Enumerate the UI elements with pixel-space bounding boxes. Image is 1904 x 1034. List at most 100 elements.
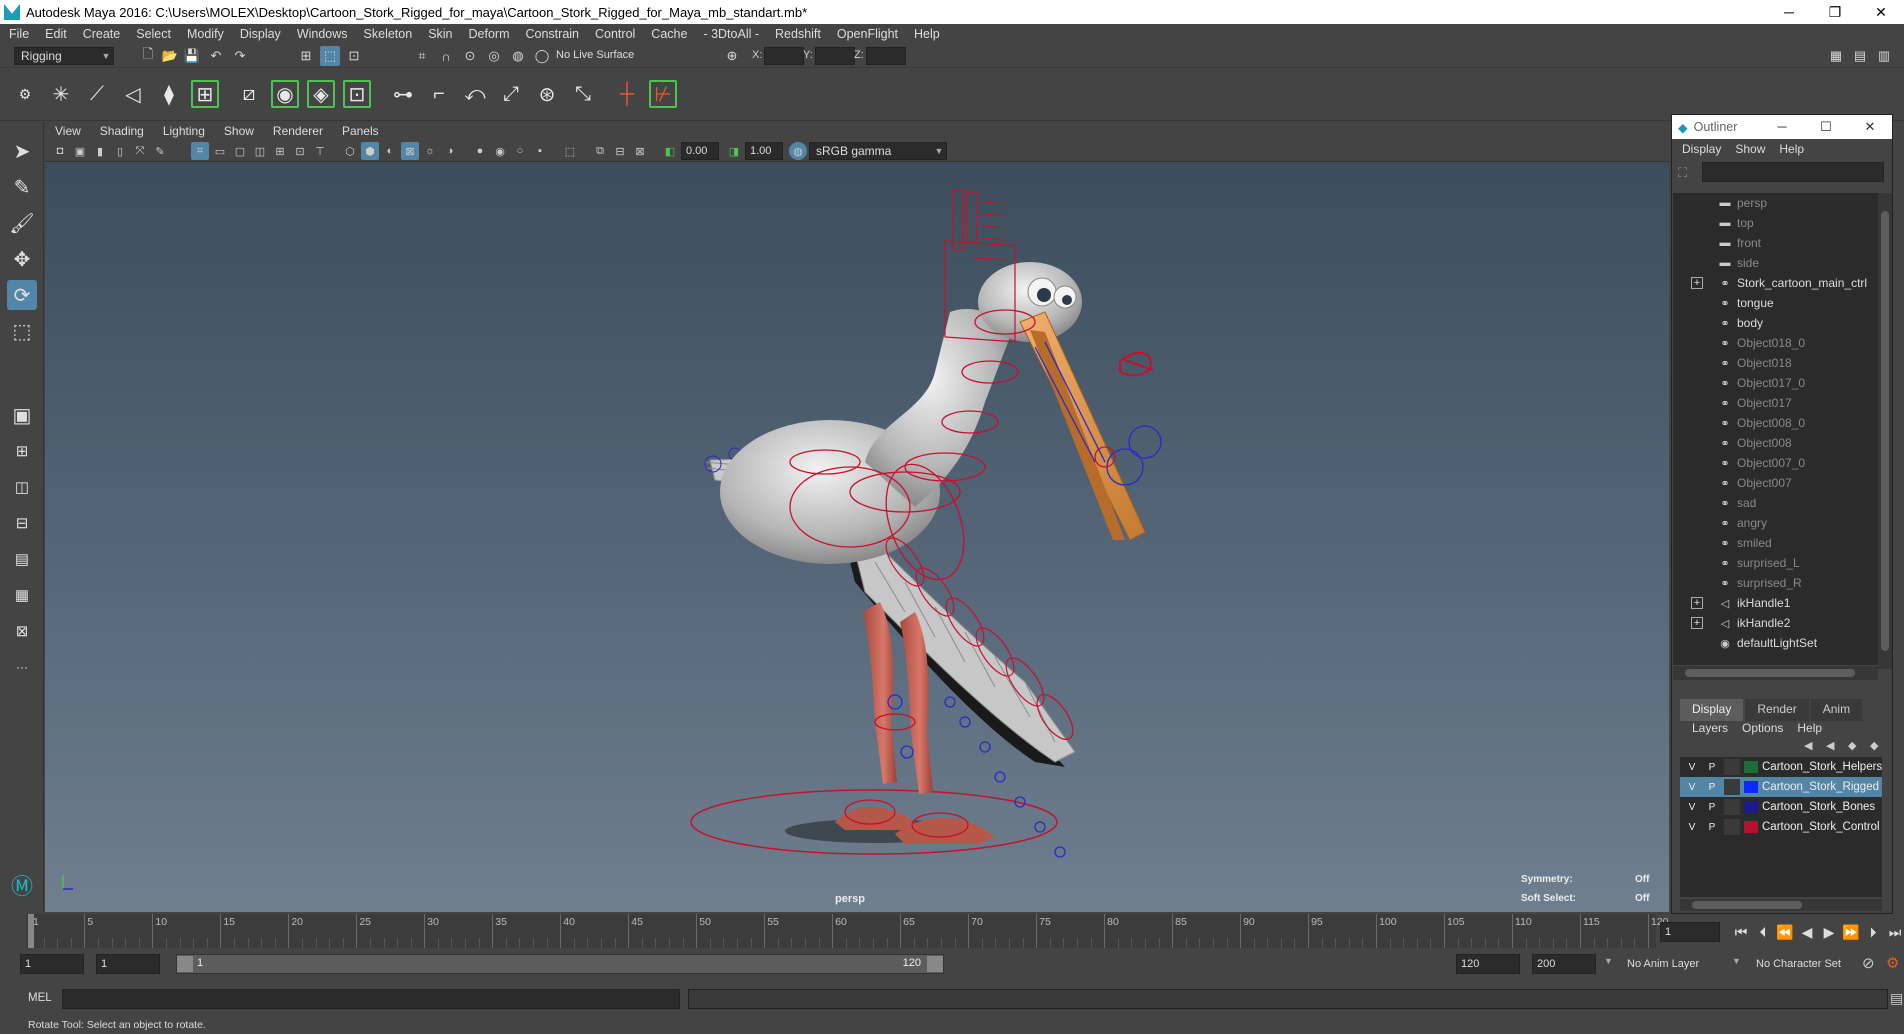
viewport-menu-show[interactable]: Show xyxy=(224,124,254,138)
layer-display-type-toggle[interactable] xyxy=(1724,779,1740,795)
new-scene-icon[interactable]: 🗋 xyxy=(138,46,158,66)
layer-visibility-toggle[interactable]: V xyxy=(1684,799,1700,815)
anim-layer-dropdown[interactable]: No Anim Layer xyxy=(1627,958,1699,970)
joint-tool-icon[interactable]: ✳ xyxy=(46,79,76,109)
playback-end-field[interactable]: 120 xyxy=(1456,954,1520,974)
layer-row[interactable]: V P Cartoon_Stork_Helpers xyxy=(1680,757,1882,777)
outliner-item[interactable]: ⚭ Object018 xyxy=(1673,353,1878,373)
layer-row[interactable]: V P Cartoon_Stork_Bones xyxy=(1680,797,1882,817)
redo-icon[interactable]: ↷ xyxy=(230,46,250,66)
outliner-item[interactable]: ▬ side xyxy=(1673,253,1878,273)
layer-display-type-toggle[interactable] xyxy=(1724,819,1740,835)
outliner-horizontal-scrollbar[interactable] xyxy=(1673,666,1878,680)
single-perspective-layout-icon[interactable]: ▣ xyxy=(7,400,37,430)
depth-of-field-icon[interactable]: ▪ xyxy=(531,142,549,160)
bind-skin-icon[interactable]: ⧄ xyxy=(234,79,264,109)
bookmark-icon[interactable]: ▮ xyxy=(91,142,109,160)
ik-handle-icon[interactable]: ◁ xyxy=(118,79,148,109)
character-set-dropdown[interactable]: No Character Set xyxy=(1756,958,1841,970)
menu-cache[interactable]: Cache xyxy=(651,27,687,41)
outliner-item[interactable]: ◉ defaultLightSet xyxy=(1673,633,1878,653)
range-end-handle[interactable] xyxy=(927,956,943,972)
lasso-tool-icon[interactable]: ✎ xyxy=(7,172,37,202)
menu-openflight[interactable]: OpenFlight xyxy=(837,27,898,41)
outliner-item[interactable]: ⚭ surprised_L xyxy=(1673,553,1878,573)
menu-skeleton[interactable]: Skeleton xyxy=(364,27,413,41)
menu-redshift[interactable]: Redshift xyxy=(775,27,821,41)
perspective-viewport[interactable]: persp Symmetry: Off Soft Select: Off xyxy=(45,162,1669,912)
gamma-icon[interactable]: ◨ xyxy=(725,142,743,160)
outliner-item[interactable]: ⚭ Object008_0 xyxy=(1673,413,1878,433)
outliner-item[interactable]: ⚭ Object018_0 xyxy=(1673,333,1878,353)
grease-pencil-icon[interactable]: ✎ xyxy=(151,142,169,160)
new-layer-icon[interactable]: ◆ xyxy=(1848,739,1856,752)
set-driven-key-icon[interactable]: ⊬ xyxy=(648,79,678,109)
move-layer-down-icon[interactable]: ◀ xyxy=(1826,739,1834,752)
tongue-control[interactable] xyxy=(1119,352,1154,377)
outliner-menu-show[interactable]: Show xyxy=(1735,142,1765,156)
snap-to-grid-icon[interactable]: ⌗ xyxy=(412,46,432,66)
layer-playback-toggle[interactable]: P xyxy=(1704,799,1720,815)
play-forwards-icon[interactable]: ▶ xyxy=(1818,924,1840,941)
default-material-icon[interactable]: ◐ xyxy=(381,142,399,160)
expand-icon[interactable]: + xyxy=(1691,597,1703,609)
shadows-icon[interactable]: ◑ xyxy=(441,142,459,160)
animation-end-field[interactable]: 200 xyxy=(1532,954,1596,974)
outliner-close-button[interactable]: ✕ xyxy=(1848,119,1892,135)
layer-row[interactable]: V P Cartoon_Stork_Rigged xyxy=(1680,777,1882,797)
menu-select[interactable]: Select xyxy=(136,27,171,41)
safe-title-icon[interactable]: ⊤ xyxy=(311,142,329,160)
step-back-frame-icon[interactable]: ⏴ xyxy=(1752,924,1774,941)
menu-create[interactable]: Create xyxy=(83,27,121,41)
menu-display[interactable]: Display xyxy=(240,27,281,41)
open-scene-icon[interactable]: 📂 xyxy=(160,46,180,66)
outliner-item[interactable]: ⚭ Object007_0 xyxy=(1673,453,1878,473)
transform-constraint-icon[interactable]: ⊕ xyxy=(722,46,742,66)
layer-menu-options[interactable]: Options xyxy=(1742,721,1783,735)
animation-preferences-icon[interactable]: ⚙ xyxy=(1886,954,1899,972)
new-layer-selected-icon[interactable]: ◆ xyxy=(1870,739,1878,752)
playback-start-field[interactable]: 1 xyxy=(96,954,160,974)
outliner-item[interactable]: ⚭ angry xyxy=(1673,513,1878,533)
2d-pan-zoom-icon[interactable]: ⤧ xyxy=(131,142,149,160)
wrap-deformer-icon[interactable]: ⊡ xyxy=(342,79,372,109)
expand-icon[interactable]: + xyxy=(1691,617,1703,629)
wireframe-icon[interactable]: ⬡ xyxy=(341,142,359,160)
script-editor-icon[interactable]: ▤ xyxy=(1890,990,1903,1007)
isolate-select-icon[interactable]: ⬚ xyxy=(561,142,579,160)
play-backwards-icon[interactable]: ◀ xyxy=(1796,924,1818,941)
step-back-key-icon[interactable]: ⏪ xyxy=(1774,924,1796,941)
scroll-thumb[interactable] xyxy=(1881,211,1889,651)
layer-visibility-toggle[interactable]: V xyxy=(1684,779,1700,795)
layer-row[interactable]: V P Cartoon_Stork_Control xyxy=(1680,817,1882,837)
outliner-item[interactable]: ⚭ Object017_0 xyxy=(1673,373,1878,393)
cluster-icon[interactable]: ◈ xyxy=(306,79,336,109)
add-attribute-icon[interactable]: ┼ xyxy=(612,79,642,109)
menu-modify[interactable]: Modify xyxy=(187,27,224,41)
go-to-start-icon[interactable]: ⏮ xyxy=(1730,924,1752,941)
make-live-icon[interactable]: ◯ xyxy=(532,46,552,66)
menu-constrain[interactable]: Constrain xyxy=(526,27,580,41)
layer-playback-toggle[interactable]: P xyxy=(1704,759,1720,775)
custom-layout-icon[interactable]: ⊠ xyxy=(7,616,37,646)
smooth-shade-icon[interactable]: ⬢ xyxy=(361,142,379,160)
layer-display-type-toggle[interactable] xyxy=(1724,799,1740,815)
select-by-hierarchy-icon[interactable]: ⊞ xyxy=(296,46,316,66)
select-tool-icon[interactable]: ➤ xyxy=(7,136,37,166)
expand-icon[interactable]: + xyxy=(1691,277,1703,289)
menu-set-dropdown[interactable]: Rigging ▼ xyxy=(14,47,114,65)
auto-key-icon[interactable]: ⊘ xyxy=(1862,954,1875,972)
menu-help[interactable]: Help xyxy=(914,27,940,41)
outliner-vertical-scrollbar[interactable] xyxy=(1878,193,1892,669)
go-to-end-icon[interactable]: ⏭ xyxy=(1884,924,1904,941)
filter-icon[interactable]: ⛶ xyxy=(1678,165,1687,181)
four-view-layout-icon[interactable]: ⊞ xyxy=(7,436,37,466)
more-layouts-icon[interactable]: ··· xyxy=(7,652,37,682)
safe-action-icon[interactable]: ⊡ xyxy=(291,142,309,160)
layer-color-swatch[interactable] xyxy=(1744,801,1758,813)
viewport-menu-shading[interactable]: Shading xyxy=(100,124,144,138)
layer-display-type-toggle[interactable] xyxy=(1724,759,1740,775)
current-time-indicator[interactable] xyxy=(28,914,34,948)
outliner-item[interactable]: ⚭ body xyxy=(1673,313,1878,333)
chevron-down-icon[interactable]: ▼ xyxy=(1604,956,1613,966)
